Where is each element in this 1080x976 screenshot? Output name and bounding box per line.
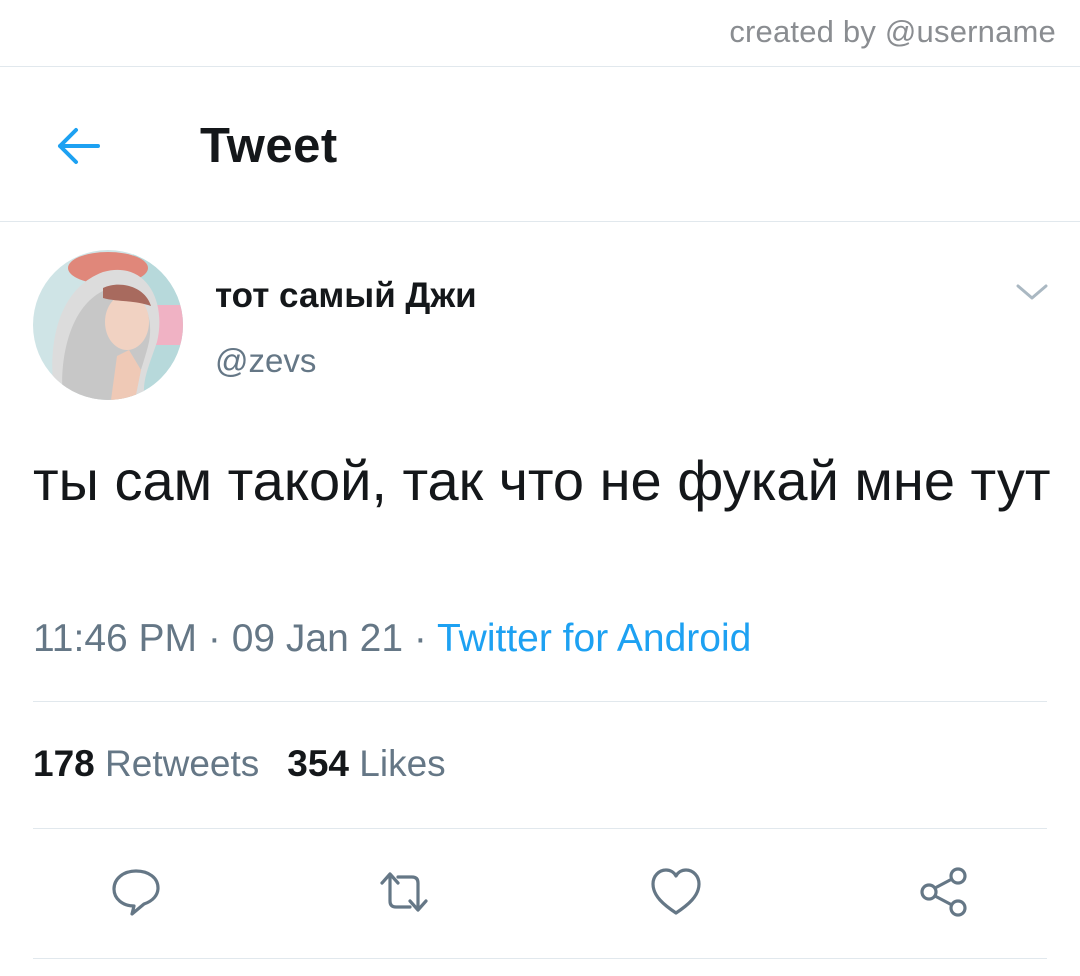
tweet-text: ты сам такой, так что не фукай мне тут bbox=[33, 449, 1051, 512]
reply-button[interactable] bbox=[106, 862, 166, 922]
like-button[interactable] bbox=[646, 862, 706, 922]
retweets-stat[interactable]: 178 Retweets bbox=[33, 743, 259, 784]
profile-photo bbox=[33, 250, 183, 400]
meta-separator: · bbox=[197, 617, 232, 660]
chevron-down-icon bbox=[1016, 284, 1048, 300]
credit-label: created by @username bbox=[729, 14, 1056, 49]
share-button[interactable] bbox=[914, 862, 974, 922]
retweets-count: 178 bbox=[33, 743, 95, 784]
retweet-button[interactable] bbox=[374, 862, 434, 922]
avatar[interactable] bbox=[33, 250, 183, 400]
meta-divider bbox=[33, 701, 1047, 702]
stats-divider bbox=[33, 828, 1047, 829]
tweet-meta: 11:46 PM · 09 Jan 21 · Twitter for Andro… bbox=[33, 617, 751, 661]
back-button[interactable] bbox=[48, 118, 108, 174]
meta-separator: · bbox=[403, 617, 437, 660]
arrow-left-icon bbox=[58, 128, 100, 164]
header-divider bbox=[0, 221, 1080, 222]
display-name[interactable]: тот самый Джи bbox=[215, 276, 477, 316]
retweet-icon bbox=[380, 872, 428, 912]
likes-label: Likes bbox=[359, 743, 446, 784]
likes-count: 354 bbox=[287, 743, 349, 784]
user-handle[interactable]: @zevs bbox=[215, 342, 316, 380]
likes-stat[interactable]: 354 Likes bbox=[287, 743, 445, 784]
tweet-date: 09 Jan 21 bbox=[231, 617, 404, 660]
tweet-time: 11:46 PM bbox=[33, 617, 198, 660]
heart-icon bbox=[651, 868, 701, 915]
share-icon bbox=[920, 867, 967, 917]
more-options-button[interactable] bbox=[1012, 276, 1052, 308]
page-title: Tweet bbox=[200, 119, 338, 173]
top-divider bbox=[0, 66, 1080, 67]
bottom-divider bbox=[33, 958, 1047, 959]
retweets-label: Retweets bbox=[105, 743, 260, 784]
tweet-source-link[interactable]: Twitter for Android bbox=[437, 617, 751, 660]
tweet-stats: 178 Retweets 354 Likes bbox=[33, 743, 446, 785]
reply-icon bbox=[112, 869, 160, 916]
